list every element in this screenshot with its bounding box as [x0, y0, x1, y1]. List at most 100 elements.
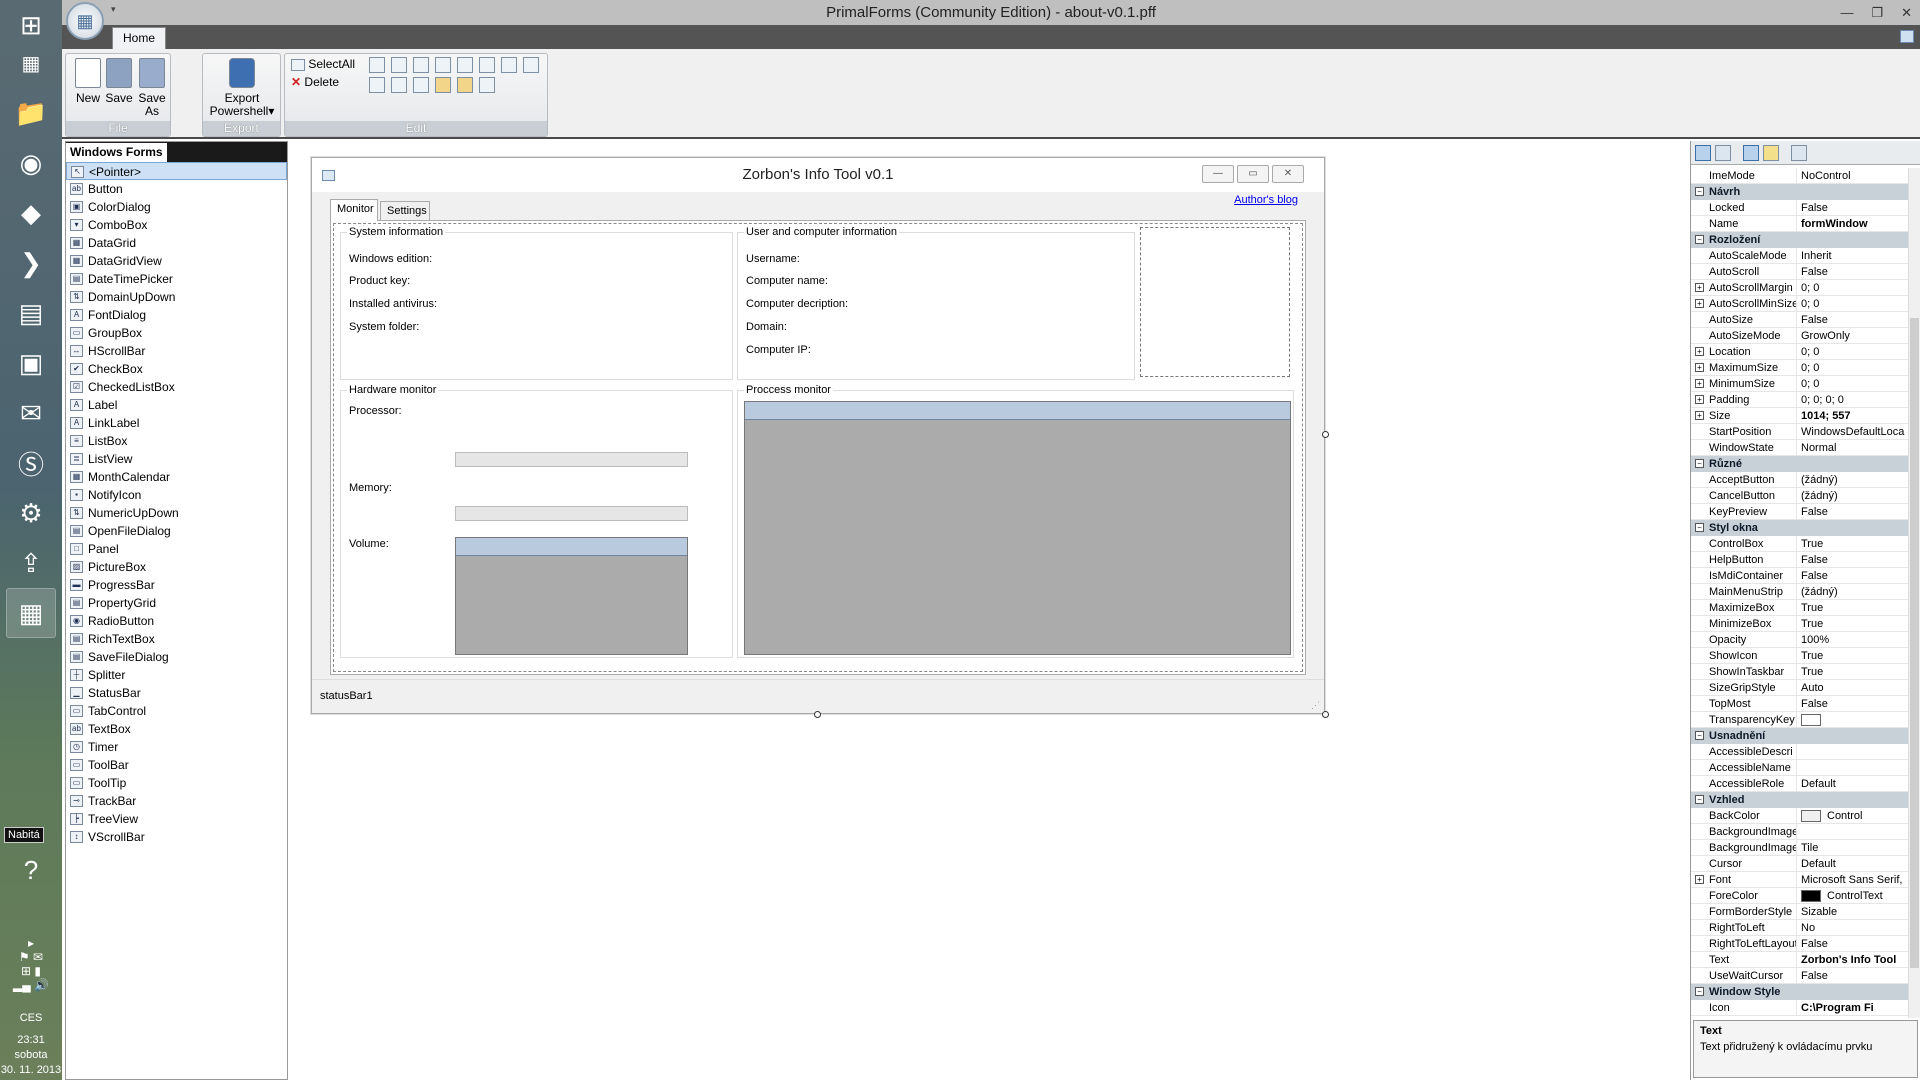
property-category[interactable]: − Vzhled: [1691, 792, 1908, 808]
property-value[interactable]: GrowOnly: [1801, 328, 1908, 344]
property-row[interactable]: Name formWindow: [1691, 216, 1908, 232]
property-value[interactable]: Auto: [1801, 680, 1908, 696]
property-value[interactable]: 100%: [1801, 632, 1908, 648]
property-value[interactable]: 0; 0; 0; 0: [1801, 392, 1908, 408]
minimize-icon[interactable]: —: [1840, 0, 1853, 25]
property-row[interactable]: BackColor Control: [1691, 808, 1908, 824]
property-row[interactable]: + MaximumSize 0; 0: [1691, 360, 1908, 376]
property-row[interactable]: KeyPreview False: [1691, 504, 1908, 520]
property-value[interactable]: False: [1801, 312, 1908, 328]
toolbox-item-vscrollbar[interactable]: ↕ VScrollBar: [66, 828, 287, 846]
property-row[interactable]: AutoSize False: [1691, 312, 1908, 328]
property-row[interactable]: BackgroundImage: [1691, 824, 1908, 840]
property-value[interactable]: True: [1801, 664, 1908, 680]
toolbox-item-richtextbox[interactable]: ▤ RichTextBox: [66, 630, 287, 648]
property-row[interactable]: UseWaitCursor False: [1691, 968, 1908, 984]
toolbox-item-numericupdown[interactable]: ⇅ NumericUpDown: [66, 504, 287, 522]
property-value[interactable]: False: [1801, 696, 1908, 712]
toolbox-item-listview[interactable]: ≣ ListView: [66, 450, 287, 468]
bring-to-front-icon[interactable]: [435, 77, 451, 93]
toolbox-item-pointer[interactable]: ↖ <Pointer>: [66, 162, 287, 180]
same-size-icon[interactable]: [369, 77, 385, 93]
property-value[interactable]: No: [1801, 920, 1908, 936]
toolbox-item-textbox[interactable]: ab TextBox: [66, 720, 287, 738]
tray-icons[interactable]: ▸ ⚑ ✉ ⊞ ▮ ▂▄ 🔊: [0, 936, 62, 992]
property-category[interactable]: − Styl okna: [1691, 520, 1908, 536]
property-row[interactable]: MaximizeBox True: [1691, 600, 1908, 616]
property-value[interactable]: True: [1801, 648, 1908, 664]
property-value[interactable]: False: [1801, 200, 1908, 216]
toolbox-item-datagridview[interactable]: ▦ DataGridView: [66, 252, 287, 270]
toolbox-item-trackbar[interactable]: ⊸ TrackBar: [66, 792, 287, 810]
property-row[interactable]: IsMdiContainer False: [1691, 568, 1908, 584]
property-row[interactable]: + Font Microsoft Sans Serif,: [1691, 872, 1908, 888]
toolbox-item-toolbar[interactable]: ▭ ToolBar: [66, 756, 287, 774]
collapse-icon[interactable]: −: [1695, 459, 1704, 468]
align-left-icon[interactable]: [369, 57, 385, 73]
form-maximize-icon[interactable]: ▭: [1237, 165, 1269, 183]
toolbox-item-listbox[interactable]: ≡ ListBox: [66, 432, 287, 450]
property-value[interactable]: Inherit: [1801, 248, 1908, 264]
language-indicator[interactable]: CES: [0, 1012, 62, 1024]
remote-desktop-icon[interactable]: ▣: [6, 338, 56, 388]
property-row[interactable]: RightToLeftLayout False: [1691, 936, 1908, 952]
property-category[interactable]: − Window Style: [1691, 984, 1908, 1000]
property-row[interactable]: ShowInTaskbar True: [1691, 664, 1908, 680]
expand-icon[interactable]: +: [1695, 395, 1704, 404]
property-row[interactable]: CancelButton (žádný): [1691, 488, 1908, 504]
collapse-icon[interactable]: −: [1695, 795, 1704, 804]
tab-monitor[interactable]: Monitor: [330, 199, 378, 221]
property-value[interactable]: Default: [1801, 856, 1908, 872]
property-row[interactable]: Text Zorbon's Info Tool: [1691, 952, 1908, 968]
outlook-icon[interactable]: ✉: [6, 388, 56, 438]
volume-datagrid[interactable]: [455, 537, 688, 655]
resize-handle-bottom[interactable]: [814, 711, 821, 718]
property-row[interactable]: ForeColor ControlText: [1691, 888, 1908, 904]
property-value[interactable]: 0; 0: [1801, 360, 1908, 376]
property-row[interactable]: AutoScroll False: [1691, 264, 1908, 280]
property-category[interactable]: − Různé: [1691, 456, 1908, 472]
expand-icon[interactable]: +: [1695, 347, 1704, 356]
picture-box[interactable]: [1140, 227, 1290, 377]
property-value[interactable]: False: [1801, 552, 1908, 568]
property-row[interactable]: + AutoScrollMargin 0; 0: [1691, 280, 1908, 296]
toolbox-item-colordialog[interactable]: ▣ ColorDialog: [66, 198, 287, 216]
expand-icon[interactable]: +: [1695, 363, 1704, 372]
collapse-icon[interactable]: −: [1695, 731, 1704, 740]
property-row[interactable]: Cursor Default: [1691, 856, 1908, 872]
property-value[interactable]: NoControl: [1801, 168, 1908, 184]
tab-home[interactable]: Home: [112, 27, 166, 49]
property-row[interactable]: + Location 0; 0: [1691, 344, 1908, 360]
delete-button[interactable]: ✕ Delete: [291, 75, 339, 89]
authors-blog-link[interactable]: Author's blog: [1234, 194, 1298, 206]
property-row[interactable]: ShowIcon True: [1691, 648, 1908, 664]
property-value[interactable]: False: [1801, 936, 1908, 952]
property-row[interactable]: AutoScaleMode Inherit: [1691, 248, 1908, 264]
collapse-icon[interactable]: −: [1695, 987, 1704, 996]
send-to-back-icon[interactable]: [457, 77, 473, 93]
file-explorer-icon[interactable]: 📁: [6, 88, 56, 138]
toolbox-item-label[interactable]: A Label: [66, 396, 287, 414]
toolbox-item-openfiledialog[interactable]: ▤ OpenFileDialog: [66, 522, 287, 540]
property-row[interactable]: Opacity 100%: [1691, 632, 1908, 648]
primalforms-taskbar-icon[interactable]: ▦: [6, 588, 56, 638]
help-tray-icon[interactable]: ?: [6, 845, 56, 895]
system-info-groupbox[interactable]: System information Windows edition: Prod…: [340, 226, 733, 380]
collapse-icon[interactable]: −: [1695, 523, 1704, 532]
property-value[interactable]: Control: [1801, 808, 1908, 824]
property-value[interactable]: True: [1801, 536, 1908, 552]
property-value[interactable]: 0; 0: [1801, 296, 1908, 312]
toolbox-item-notifyicon[interactable]: ▪ NotifyIcon: [66, 486, 287, 504]
space-vertical-icon[interactable]: [413, 77, 429, 93]
toolbox-item-checkbox[interactable]: ✔ CheckBox: [66, 360, 287, 378]
toolbox-item-checkedlistbox[interactable]: ☑ CheckedListBox: [66, 378, 287, 396]
help-icon[interactable]: [1900, 30, 1914, 43]
property-value[interactable]: Sizable: [1801, 904, 1908, 920]
events-icon[interactable]: [1763, 145, 1779, 161]
toolbox-item-datagrid[interactable]: ▦ DataGrid: [66, 234, 287, 252]
user-info-groupbox[interactable]: User and computer information Username: …: [737, 226, 1135, 380]
toolbox-item-fontdialog[interactable]: A FontDialog: [66, 306, 287, 324]
toolbox-item-radiobutton[interactable]: ◉ RadioButton: [66, 612, 287, 630]
toolbox-item-panel[interactable]: □ Panel: [66, 540, 287, 558]
property-value[interactable]: C:\Program Fi: [1801, 1000, 1908, 1016]
